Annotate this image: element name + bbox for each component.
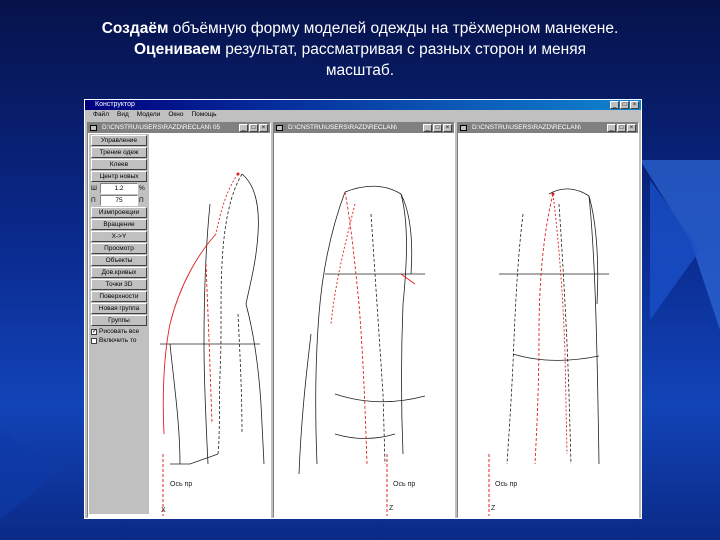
marker-point bbox=[551, 192, 555, 196]
tool-button-center[interactable]: Центр новых bbox=[91, 171, 147, 182]
panel-3-titlebar: D:\CNSTRU\USERS\RAZD\RECLAN\ _ □ × bbox=[458, 123, 638, 133]
tool-palette: Управление Трение одеж Клеев Центр новых… bbox=[89, 134, 149, 514]
menu-item-window[interactable]: Окно bbox=[168, 110, 183, 119]
app-titlebar: Конструктор _ □ × bbox=[85, 100, 641, 110]
caption-text-3: масштаб. bbox=[325, 62, 395, 79]
tool-button-surfaces[interactable]: Поверхности bbox=[91, 291, 147, 302]
z-axis-label: Z bbox=[491, 505, 496, 512]
tool-button-curves[interactable]: Дов.кривых bbox=[91, 267, 147, 278]
window-icon bbox=[460, 125, 467, 131]
checkbox-draw-all-label: Рисовать все bbox=[99, 328, 140, 335]
field-1-unit: % bbox=[139, 185, 145, 192]
axis-label-1: Ось пр bbox=[170, 481, 192, 488]
tool-button-new-group[interactable]: Новая группа bbox=[91, 303, 147, 314]
checkbox-draw-all-box[interactable]: ✓ bbox=[91, 328, 97, 335]
marker-point bbox=[236, 172, 240, 176]
tool-button-points-3d[interactable]: Точки 3D bbox=[91, 279, 147, 290]
window-icon bbox=[276, 125, 283, 131]
field-2-input[interactable]: 75 bbox=[100, 195, 138, 206]
panel-3-title: D:\CNSTRU\USERS\RAZD\RECLAN\ bbox=[472, 124, 582, 131]
menu-item-models[interactable]: Модели bbox=[137, 110, 161, 119]
axis-label-3: Ось пр bbox=[495, 481, 517, 488]
drawing-canvas-3[interactable]: Ось пр Z bbox=[459, 134, 637, 516]
checkbox-draw-all[interactable]: ✓ Рисовать все bbox=[91, 328, 147, 335]
maximize-icon[interactable]: □ bbox=[433, 124, 442, 132]
menu-item-view[interactable]: Вид bbox=[117, 110, 129, 119]
minimize-icon[interactable]: _ bbox=[610, 101, 619, 109]
window-icon bbox=[90, 125, 97, 131]
app-window: Конструктор _ □ × Файл Вид Модели Окно П… bbox=[84, 99, 642, 519]
panel-1-title: D:\CNSTRU\USERS\RAZD\RECLAN\ 05 bbox=[102, 124, 221, 131]
checkbox-enable-label: Включить то bbox=[99, 337, 137, 344]
tool-button-projection[interactable]: Измпроекции bbox=[91, 207, 147, 218]
menubar: Файл Вид Модели Окно Помощь bbox=[85, 110, 641, 119]
tool-button-objects[interactable]: Объекты bbox=[91, 255, 147, 266]
app-title: Конструктор bbox=[95, 101, 135, 108]
view-panel-2: D:\CNSTRU\USERS\RAZD\RECLAN\ _ □ × Ось п… bbox=[273, 122, 455, 518]
tool-button-groups[interactable]: Группы bbox=[91, 315, 147, 326]
panel-1-titlebar: D:\CNSTRU\USERS\RAZD\RECLAN\ 05 _ □ × bbox=[88, 123, 270, 133]
field-1-input[interactable]: 1.2 bbox=[100, 183, 138, 194]
view-panel-1: D:\CNSTRU\USERS\RAZD\RECLAN\ 05 _ □ × Уп… bbox=[87, 122, 271, 518]
z-axis-label: Z bbox=[389, 505, 394, 512]
minimize-icon[interactable]: _ bbox=[239, 124, 248, 132]
tool-button-preview[interactable]: Просмотр bbox=[91, 243, 147, 254]
slide-caption: Создаём объёмную форму моделей одежды на… bbox=[40, 18, 680, 81]
panel-2-title: D:\CNSTRU\USERS\RAZD\RECLAN\ bbox=[288, 124, 398, 131]
maximize-icon[interactable]: □ bbox=[620, 101, 629, 109]
caption-text-1: объёмную форму моделей одежды на трёхмер… bbox=[168, 20, 619, 37]
drawing-canvas-1[interactable]: Ось пр X bbox=[150, 134, 268, 516]
tool-button-glue[interactable]: Клеев bbox=[91, 159, 147, 170]
view-panel-3: D:\CNSTRU\USERS\RAZD\RECLAN\ _ □ × Ось п… bbox=[457, 122, 639, 518]
close-icon[interactable]: × bbox=[627, 124, 636, 132]
tool-button-xy[interactable]: X->Y bbox=[91, 231, 147, 242]
axis-label-2: Ось пр bbox=[393, 481, 415, 488]
close-icon[interactable]: × bbox=[259, 124, 268, 132]
menu-item-file[interactable]: Файл bbox=[93, 110, 109, 119]
maximize-icon[interactable]: □ bbox=[617, 124, 626, 132]
maximize-icon[interactable]: □ bbox=[249, 124, 258, 132]
caption-bold-1: Создаём bbox=[101, 20, 169, 37]
checkbox-enable-box[interactable] bbox=[91, 337, 97, 344]
field-1-label: Ш bbox=[91, 185, 97, 192]
field-2-label: П bbox=[91, 197, 96, 204]
minimize-icon[interactable]: _ bbox=[607, 124, 616, 132]
menu-item-help[interactable]: Помощь bbox=[191, 110, 216, 119]
tool-button-friction[interactable]: Трение одеж bbox=[91, 147, 147, 158]
tool-button-rotation[interactable]: Вращение bbox=[91, 219, 147, 230]
caption-text-2: результат, рассматривая с разных сторон … bbox=[220, 41, 586, 58]
panel-2-titlebar: D:\CNSTRU\USERS\RAZD\RECLAN\ _ □ × bbox=[274, 123, 454, 133]
checkbox-enable[interactable]: Включить то bbox=[91, 337, 147, 344]
drawing-canvas-2[interactable]: Ось пр Z bbox=[275, 134, 453, 516]
x-axis-label: X bbox=[161, 507, 166, 514]
minimize-icon[interactable]: _ bbox=[423, 124, 432, 132]
close-icon[interactable]: × bbox=[630, 101, 639, 109]
field-2-unit: П bbox=[139, 197, 144, 204]
caption-bold-2: Оцениваем bbox=[133, 41, 221, 58]
close-icon[interactable]: × bbox=[443, 124, 452, 132]
tool-button-control[interactable]: Управление bbox=[91, 135, 147, 146]
